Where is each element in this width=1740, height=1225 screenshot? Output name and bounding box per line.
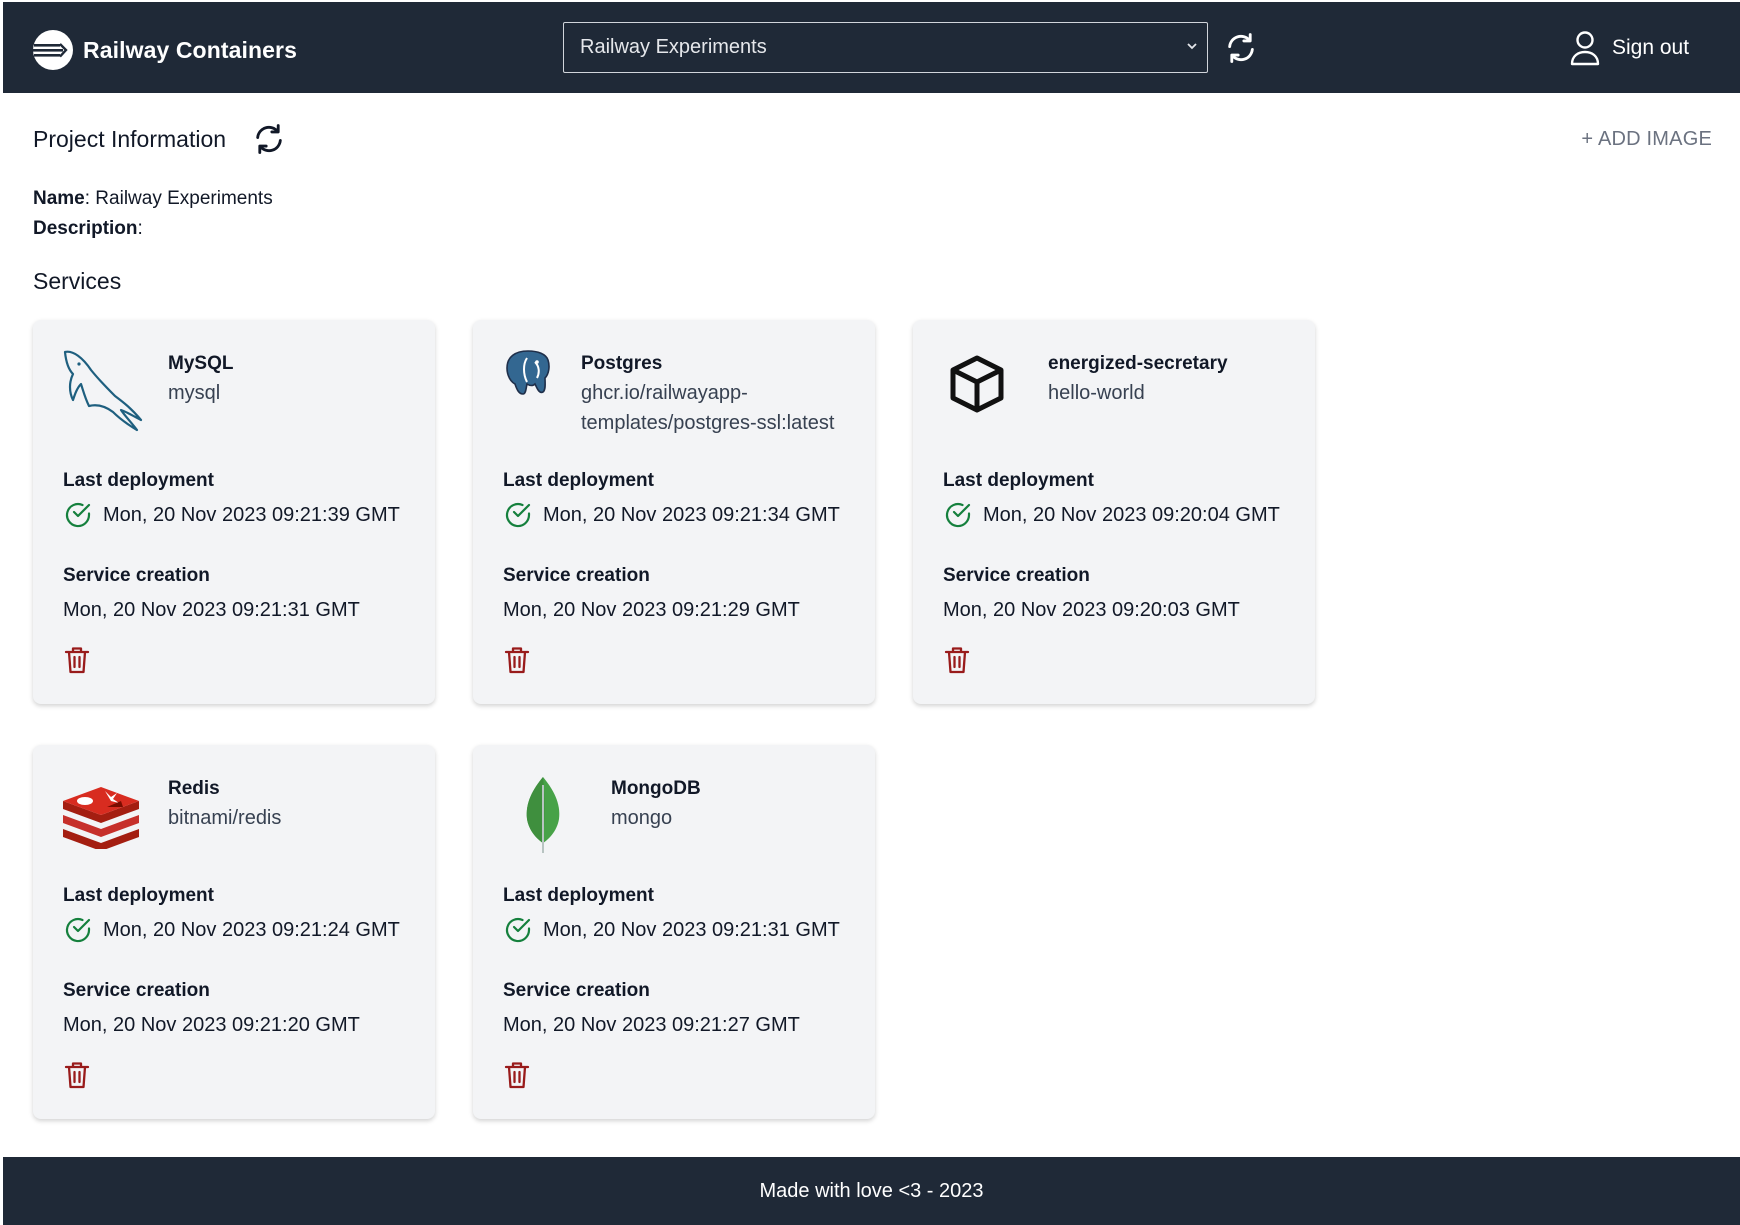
project-name-value: : Railway Experiments [84,188,273,209]
service-creation-value: Mon, 20 Nov 2023 09:20:03 GMT [943,599,1240,621]
user-icon [1570,31,1600,66]
last-deployment-label: Last deployment [503,885,654,906]
project-description-label: Description [33,218,138,239]
refresh-projects-icon[interactable] [1224,31,1258,65]
service-creation-label: Service creation [943,565,1090,586]
service-image: ghcr.io/railwayapp- [581,382,748,404]
service-card: Redis bitnami/redis Last deployment Mon,… [33,745,435,1119]
project-info-title: Project Information [33,126,227,152]
footer-text: Made with love <3 - 2023 [759,1179,984,1202]
service-creation-value: Mon, 20 Nov 2023 09:21:31 GMT [63,599,360,621]
check-circle-icon [65,502,91,528]
service-card: MySQL mysql Last deployment Mon, 20 Nov … [33,320,435,704]
service-card: Postgres ghcr.io/railwayapp- templates/p… [473,320,875,704]
service-image: bitnami/redis [168,807,282,829]
service-card: energized-secretary hello-world Last dep… [913,320,1315,704]
top-navbar: Railway Containers Railway Experiments S… [3,2,1740,93]
project-select[interactable]: Railway Experiments [563,22,1208,73]
service-image-continued: templates/postgres-ssl:latest [581,412,835,434]
sign-out-button[interactable]: Sign out [1569,30,1689,66]
app-name: Railway Containers [83,36,297,63]
trash-icon[interactable] [63,1060,91,1090]
app-frame: Railway Containers Railway Experiments S… [3,2,1740,1225]
service-name: MongoDB [611,778,701,799]
service-image: mysql [168,382,221,404]
redis-stack-icon [63,787,139,849]
service-creation-value: Mon, 20 Nov 2023 09:21:27 GMT [503,1014,800,1036]
sign-out-label: Sign out [1612,36,1690,59]
project-description-line: Description: [33,218,143,240]
add-image-button[interactable]: + ADD IMAGE [1581,128,1712,151]
service-name: Redis [168,778,220,799]
check-circle-icon [505,502,531,528]
railway-logo-icon [33,30,73,70]
last-deployment-value: Mon, 20 Nov 2023 09:21:34 GMT [543,503,840,526]
last-deployment: Mon, 20 Nov 2023 09:21:34 GMT [503,500,840,530]
last-deployment: Mon, 20 Nov 2023 09:20:04 GMT [943,500,1280,530]
last-deployment-value: Mon, 20 Nov 2023 09:21:31 GMT [543,918,840,941]
check-circle-icon [945,502,971,528]
footer: Made with love <3 - 2023 [3,1157,1740,1225]
last-deployment: Mon, 20 Nov 2023 09:21:24 GMT [63,915,400,945]
service-name: Postgres [581,353,663,374]
last-deployment-label: Last deployment [63,470,214,491]
trash-icon[interactable] [503,645,531,675]
service-creation-label: Service creation [63,565,210,586]
trash-icon[interactable] [943,645,971,675]
last-deployment-label: Last deployment [63,885,214,906]
check-circle-icon [65,917,91,943]
trash-icon[interactable] [503,1060,531,1090]
last-deployment-value: Mon, 20 Nov 2023 09:20:04 GMT [983,503,1280,526]
last-deployment-label: Last deployment [503,470,654,491]
last-deployment-value: Mon, 20 Nov 2023 09:21:39 GMT [103,503,400,526]
mongodb-leaf-icon [526,777,560,853]
service-creation-label: Service creation [503,565,650,586]
service-image: hello-world [1048,382,1145,404]
service-creation-value: Mon, 20 Nov 2023 09:21:20 GMT [63,1014,360,1036]
chevron-down-icon [1187,43,1197,50]
service-name: MySQL [168,353,234,374]
last-deployment: Mon, 20 Nov 2023 09:21:31 GMT [503,915,840,945]
project-description-value: : [137,218,143,239]
project-select-value: Railway Experiments [580,36,767,58]
project-name-label: Name [33,188,85,209]
service-creation-label: Service creation [503,980,650,1001]
service-image: mongo [611,807,673,829]
last-deployment: Mon, 20 Nov 2023 09:21:39 GMT [63,500,400,530]
service-name: energized-secretary [1048,353,1228,374]
cube-icon [950,355,1004,413]
mysql-dolphin-icon [63,350,143,432]
brand[interactable]: Railway Containers [32,29,297,71]
postgres-elephant-icon [506,350,550,395]
refresh-project-icon[interactable] [252,122,286,156]
last-deployment-value: Mon, 20 Nov 2023 09:21:24 GMT [103,918,400,941]
services-title: Services [33,268,122,294]
check-circle-icon [505,917,531,943]
service-creation-value: Mon, 20 Nov 2023 09:21:29 GMT [503,599,800,621]
project-name-line: Name: Railway Experiments [33,188,273,210]
service-card: MongoDB mongo Last deployment Mon, 20 No… [473,745,875,1119]
service-creation-label: Service creation [63,980,210,1001]
last-deployment-label: Last deployment [943,470,1094,491]
trash-icon[interactable] [63,645,91,675]
